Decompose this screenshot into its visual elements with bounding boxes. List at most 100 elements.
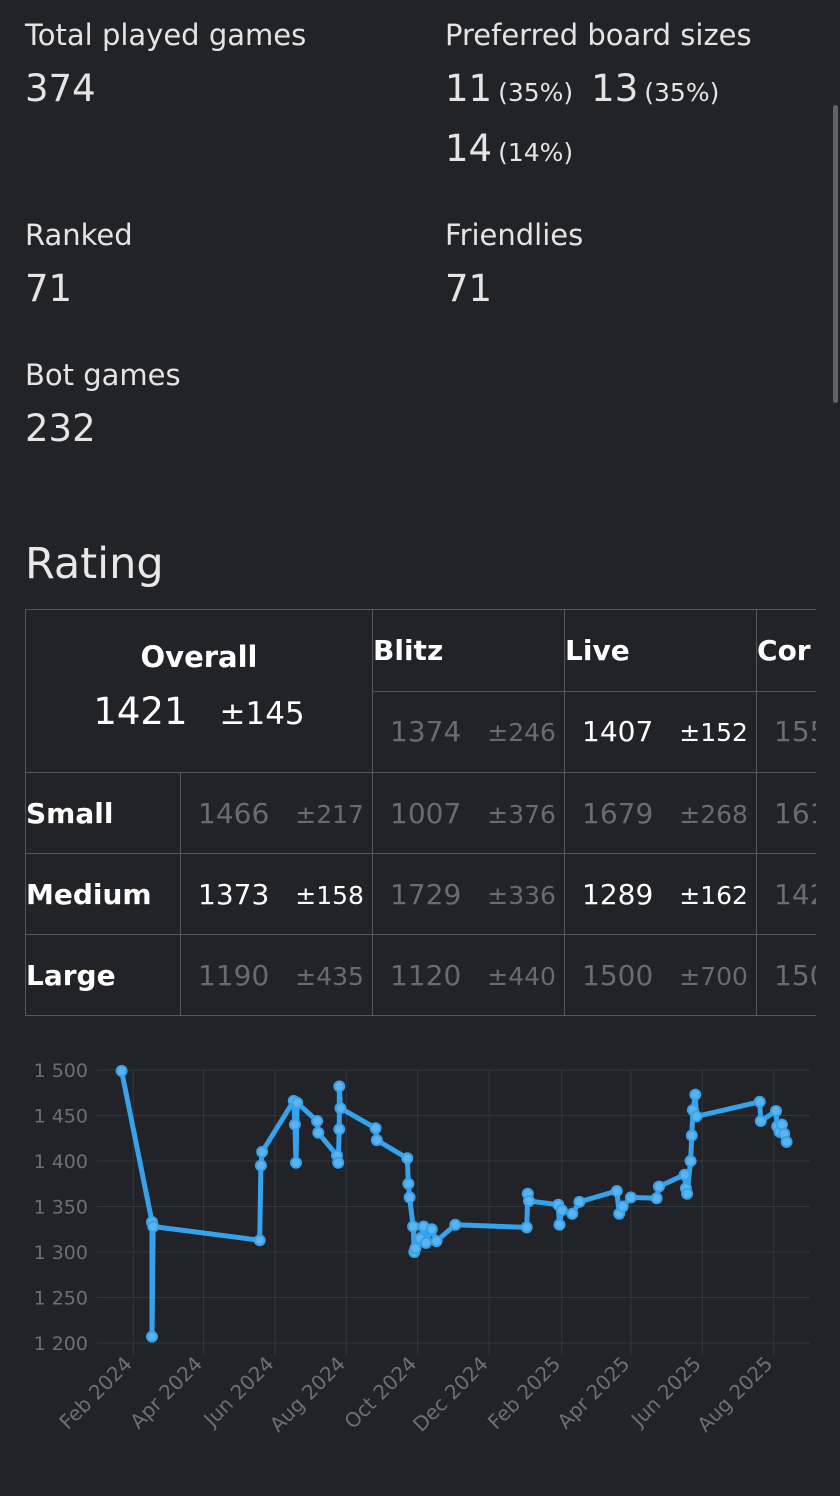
board-size-percent: (14%) xyxy=(498,138,574,167)
board-size-value: 14 xyxy=(445,127,493,170)
rating-cell-content: 161 xyxy=(758,797,816,830)
rating-cell-content: 1289 ±162 xyxy=(566,877,756,911)
data-point xyxy=(402,1177,415,1190)
data-point xyxy=(681,1187,694,1200)
rating-value: 1421 xyxy=(93,689,188,733)
rating-deviation: ±268 xyxy=(679,799,748,829)
row-label-small: Small xyxy=(25,772,181,854)
rating-cell-content: 1500 ±700 xyxy=(566,958,756,992)
data-point xyxy=(407,1220,420,1233)
rating-deviation: ±435 xyxy=(295,961,364,991)
rating-deviation: ±700 xyxy=(679,961,748,991)
rating-value: 1729 xyxy=(390,877,462,911)
rating-value: 1190 xyxy=(198,958,270,992)
column-header-correspondence: Cor xyxy=(756,609,816,692)
stat-ranked: Ranked 71 xyxy=(25,221,133,310)
overall-rating-value: 1421 ±145 xyxy=(27,689,372,733)
data-point xyxy=(573,1195,586,1208)
data-point xyxy=(523,1195,535,1207)
x-tick-label: Aug 2025 xyxy=(692,1352,777,1437)
x-tick-label: Apr 2025 xyxy=(552,1352,634,1434)
data-point xyxy=(520,1221,533,1234)
rating-cell-content: 1007 ±376 xyxy=(374,797,564,830)
rating-deviation: ±246 xyxy=(487,718,556,748)
data-point xyxy=(333,1080,346,1093)
column-header-live: Live xyxy=(564,609,758,692)
rating-value: 1500 xyxy=(582,958,654,992)
y-tick-label: 1 400 xyxy=(34,1151,88,1173)
data-point xyxy=(430,1235,443,1248)
y-tick-label: 1 500 xyxy=(34,1060,88,1082)
y-tick-label: 1 250 xyxy=(34,1288,88,1310)
rating-cell: 150 xyxy=(756,934,816,1016)
rating-table: Overall 1421 ±145 Blitz Live Cor 1374 ±246… xyxy=(25,609,816,1016)
rating-value: 142 xyxy=(774,877,816,911)
rating-value: 1374 xyxy=(390,715,462,749)
rating-deviation: ±217 xyxy=(295,799,364,829)
data-point xyxy=(425,1223,438,1236)
rating-cell-content: 142 xyxy=(758,877,816,911)
rating-deviation: ±152 xyxy=(679,718,748,748)
rating-value: 1289 xyxy=(582,877,654,911)
data-point xyxy=(334,1102,347,1115)
data-point xyxy=(370,1134,383,1147)
x-tick-label: Feb 2025 xyxy=(483,1352,565,1434)
data-point xyxy=(449,1218,462,1231)
rating-cell: 155 xyxy=(756,690,816,773)
rating-cell: 1500 ±700 xyxy=(564,934,758,1016)
rating-value: 1407 xyxy=(582,715,654,749)
data-point xyxy=(403,1191,416,1204)
data-point xyxy=(555,1204,568,1217)
data-point xyxy=(553,1218,566,1231)
data-point xyxy=(332,1156,345,1169)
board-size-row: 11 (35%) 13 (35%) xyxy=(445,70,719,107)
stat-label: Total played games xyxy=(25,18,307,52)
board-size-percent: (35%) xyxy=(644,78,720,107)
data-point xyxy=(401,1152,414,1165)
data-point xyxy=(312,1126,325,1139)
y-tick-label: 1 450 xyxy=(34,1106,88,1128)
stat-value: 71 xyxy=(445,267,493,310)
data-point xyxy=(333,1123,346,1136)
rating-table-scroll[interactable]: Overall 1421 ±145 Blitz Live Cor 1374 ±246… xyxy=(25,609,816,1018)
data-point xyxy=(780,1135,793,1148)
data-point xyxy=(147,1220,160,1233)
rating-cell: 142 xyxy=(756,853,816,935)
data-point xyxy=(291,1096,304,1109)
scrollbar[interactable] xyxy=(833,105,838,403)
series-line xyxy=(119,1068,790,1340)
board-size-row: 14 (14%) xyxy=(445,130,573,167)
rating-value: 155 xyxy=(774,715,816,749)
rating-cell: 1374 ±246 xyxy=(372,690,566,773)
stat-value: 71 xyxy=(25,267,73,310)
data-point xyxy=(754,1115,767,1127)
x-tick-label: Feb 2024 xyxy=(54,1352,136,1434)
rating-cell: 1407 ±152 xyxy=(564,690,758,773)
data-point xyxy=(566,1207,579,1220)
rating-cell: 1289 ±162 xyxy=(564,853,758,935)
data-point xyxy=(690,1110,703,1123)
overall-label: Overall xyxy=(140,639,258,674)
rating-history-chart[interactable]: 1 5001 4501 4001 3501 3001 2501 200Feb 2… xyxy=(0,1040,840,1480)
x-tick-label: Aug 2024 xyxy=(265,1352,350,1437)
rating-cell-content: 1120 ±440 xyxy=(374,958,564,992)
rating-cell-content: 1679 ±268 xyxy=(566,796,756,830)
rating-cell: 1679 ±268 xyxy=(564,772,758,854)
data-point xyxy=(369,1122,382,1135)
stat-value: 232 xyxy=(25,407,96,450)
stat-preferred-board-sizes: Preferred board sizes xyxy=(445,21,752,50)
overall-rating-cell: Overall 1421 ±145 xyxy=(25,609,374,773)
rating-cell: 1007 ±376 xyxy=(372,772,566,854)
rating-value: 1120 xyxy=(390,958,462,992)
stat-label: Friendlies xyxy=(445,218,584,252)
rating-cell: 161 xyxy=(756,772,816,854)
data-point xyxy=(770,1105,782,1117)
rating-deviation: ±162 xyxy=(679,880,748,910)
rating-cell-content: 1374 ±246 xyxy=(374,715,564,749)
row-label-large: Large xyxy=(25,934,181,1016)
data-point xyxy=(253,1234,266,1247)
data-point xyxy=(420,1236,432,1249)
stat-label: Bot games xyxy=(25,358,181,392)
rating-value: 1679 xyxy=(582,796,654,830)
stat-label: Preferred board sizes xyxy=(445,18,752,52)
